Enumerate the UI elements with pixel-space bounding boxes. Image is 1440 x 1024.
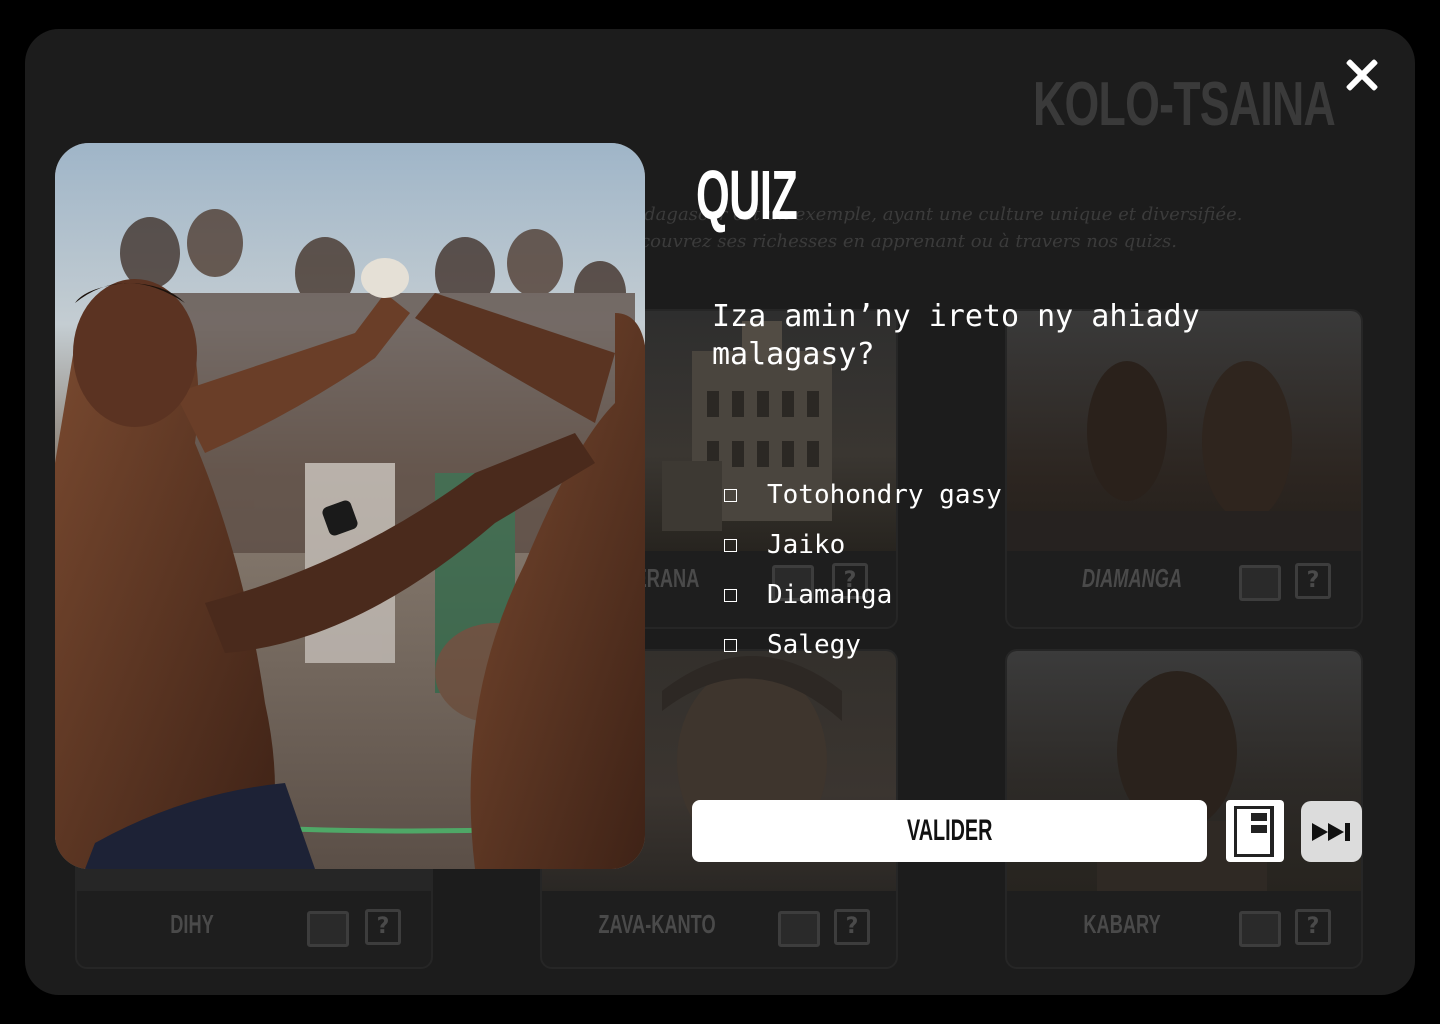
quiz-question: Iza amin’ny ireto ny ahiady malagasy?	[712, 299, 1200, 372]
quiz-title: QUIZ	[696, 156, 798, 234]
question-icon: ?	[1295, 909, 1331, 945]
answer-option-label: Diamanga	[767, 580, 893, 610]
book-icon	[778, 911, 820, 947]
answer-option-label: Totohondry gasy	[767, 480, 1002, 510]
answer-option-label: Jaiko	[767, 530, 846, 560]
card-name: ZAVA-KANTO	[598, 909, 716, 939]
answer-options-list: Totohondry gasy Jaiko Diamanga Salegy	[724, 470, 1002, 670]
quiz-photo	[55, 143, 645, 869]
checkbox-icon[interactable]	[724, 488, 737, 502]
book-icon	[1234, 806, 1274, 857]
question-icon: ?	[834, 909, 870, 945]
validate-button[interactable]: VALIDER	[692, 800, 1207, 862]
skip-button[interactable]	[1301, 801, 1362, 862]
checkbox-icon[interactable]	[724, 538, 737, 552]
skip-forward-icon	[1311, 822, 1350, 841]
wrestling-photo-illustration	[55, 143, 645, 869]
answer-option[interactable]: Totohondry gasy	[724, 470, 1002, 520]
background-page-title: KOLO-TSAINA	[1033, 70, 1336, 139]
checkbox-icon[interactable]	[724, 588, 737, 602]
book-icon	[1239, 911, 1281, 947]
checkbox-icon[interactable]	[724, 638, 737, 652]
close-icon[interactable]	[1340, 53, 1384, 97]
book-icon	[307, 911, 349, 947]
book-button[interactable]	[1226, 800, 1284, 862]
question-icon: ?	[365, 909, 401, 945]
answer-option[interactable]: Salegy	[724, 620, 1002, 670]
book-icon	[1239, 565, 1281, 601]
card-name: KABARY	[1083, 909, 1161, 939]
answer-option[interactable]: Jaiko	[724, 520, 1002, 570]
answer-option-label: Salegy	[767, 630, 861, 660]
question-icon: ?	[1295, 563, 1331, 599]
answer-option[interactable]: Diamanga	[724, 570, 1002, 620]
validate-button-label: VALIDER	[906, 814, 993, 847]
card-name: DIAMANGA	[1081, 563, 1183, 593]
card-name: DIHY	[170, 909, 214, 939]
